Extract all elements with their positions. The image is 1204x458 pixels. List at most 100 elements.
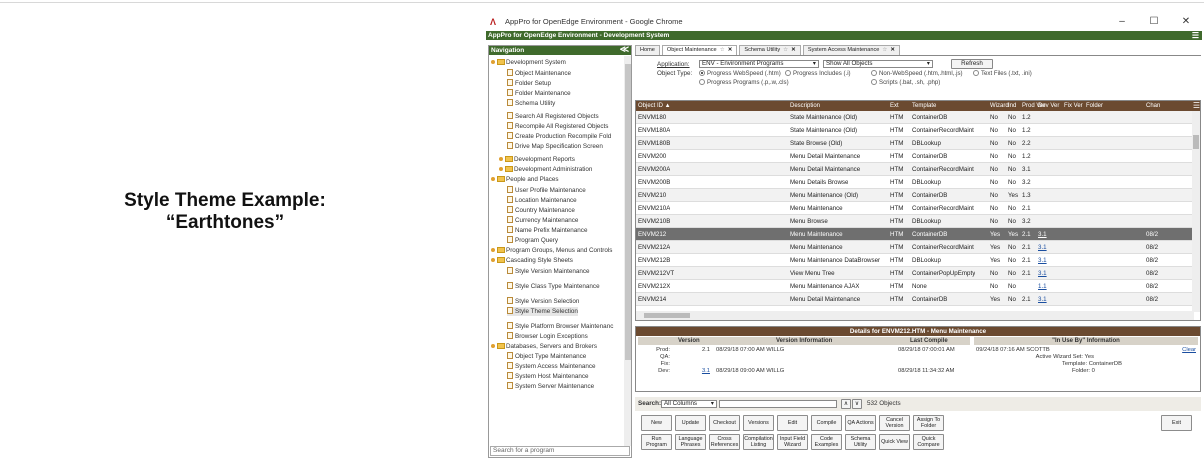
nav-item[interactable]: Style Theme Selection	[507, 307, 578, 316]
restore-button[interactable]: ☐	[1138, 16, 1170, 27]
close-window-button[interactable]: ✕	[1170, 16, 1202, 27]
button-update[interactable]: Update	[675, 415, 706, 431]
column-header[interactable]: Ind	[1008, 101, 1016, 111]
button-cancel-version[interactable]: Cancel Version	[879, 415, 910, 431]
nav-item[interactable]: Browser Login Exceptions	[507, 332, 588, 341]
star-icon[interactable]: ☆	[783, 47, 788, 53]
radio-text-files[interactable]: Text Files (.txt, .ini)	[973, 70, 1032, 77]
nav-item[interactable]: Name Prefix Maintenance	[507, 226, 587, 235]
button-schema-utility[interactable]: Schema Utility	[845, 434, 876, 450]
table-cell[interactable]: 3.1	[1038, 241, 1047, 254]
table-row[interactable]: ENVM212X Menu Maintenance AJAX HTM None No No…	[636, 280, 1194, 293]
button-run-program[interactable]: Run Program	[641, 434, 672, 450]
table-row[interactable]: ENVM200A Menu Detail Maintenance HTM Contai…	[636, 163, 1194, 176]
nav-item[interactable]: Currency Maintenance	[507, 216, 578, 225]
nav-item[interactable]: Folder Maintenance	[507, 89, 571, 98]
clear-link[interactable]: Clear	[1182, 347, 1196, 354]
application-select[interactable]: ENV - Environment Programs ▾	[699, 60, 819, 68]
radio-scripts[interactable]: Scripts (.bat, .sh, .php)	[871, 79, 940, 86]
tab-home[interactable]: Home	[635, 45, 660, 55]
nav-item[interactable]: Search All Registered Objects	[507, 112, 599, 121]
tab-object-maintenance[interactable]: Object Maintenance ☆ ✕	[661, 45, 738, 55]
radio-progress-includes[interactable]: Progress Includes (.i)	[785, 70, 851, 77]
button-compile[interactable]: Compile	[811, 415, 842, 431]
collapse-nav-icon[interactable]: ≪	[620, 46, 629, 54]
radio-progress-webspeed[interactable]: Progress WebSpeed (.htm)	[699, 70, 781, 77]
hamburger-menu-icon[interactable]: ☰	[1192, 31, 1199, 40]
table-row[interactable]: ENVM180A State Maintenance (Old) HTM Contai…	[636, 124, 1194, 137]
button-compilation-listing[interactable]: Compilation Listing	[743, 434, 774, 450]
nav-item[interactable]: Schema Utility	[507, 99, 555, 108]
column-header[interactable]: Wizard	[990, 101, 1009, 111]
table-row[interactable]: ENVM214 Menu Detail Maintenance HTM Contain…	[636, 293, 1194, 306]
nav-item[interactable]: Databases, Servers and Brokers	[491, 342, 597, 351]
column-header[interactable]: Object ID ▲	[638, 101, 671, 111]
table-row[interactable]: ENVM200B Menu Details Browse HTM DBLookup No…	[636, 176, 1194, 189]
nav-item[interactable]: Style Version Selection	[507, 297, 579, 306]
button-code-examples[interactable]: Code Examples	[811, 434, 842, 450]
nav-scrollbar[interactable]	[624, 56, 631, 446]
program-search-input[interactable]: Search for a program	[490, 446, 630, 456]
show-objects-select[interactable]: Show All Objects ▾	[823, 60, 933, 68]
table-row[interactable]: ENVM212B Menu Maintenance DataBrowser HTM D…	[636, 254, 1194, 267]
close-tab-icon[interactable]: ✕	[890, 47, 895, 53]
search-input[interactable]	[719, 400, 837, 408]
refresh-button[interactable]: Refresh	[951, 59, 993, 69]
nav-item[interactable]: Style Class Type Maintenance	[507, 282, 600, 291]
column-header[interactable]: Description	[790, 101, 820, 111]
nav-item[interactable]: Development Administration	[499, 165, 592, 174]
nav-scroll-thumb[interactable]	[625, 64, 631, 360]
table-scroll-thumb[interactable]	[1193, 135, 1199, 149]
nav-item[interactable]: Style Version Maintenance	[507, 267, 590, 276]
nav-item[interactable]: Development Reports	[499, 155, 575, 164]
table-cell[interactable]: 3.1	[1038, 254, 1047, 267]
dev-version-link[interactable]: 3.1	[694, 368, 710, 375]
table-cell[interactable]: 1.1	[1038, 280, 1047, 293]
nav-item[interactable]: User Profile Maintenance	[507, 186, 586, 195]
button-cross-references[interactable]: Cross References	[709, 434, 740, 450]
table-row[interactable]: ENVM210A Menu Maintenance HTM ContainerReco…	[636, 202, 1194, 215]
nav-item[interactable]: Style Platform Browser Maintenanc	[507, 322, 613, 331]
table-row[interactable]: ENVM212 Menu Maintenance HTM ContainerDB Yes…	[636, 228, 1194, 241]
star-icon[interactable]: ☆	[720, 47, 725, 53]
nav-item[interactable]: Location Maintenance	[507, 196, 577, 205]
minimize-button[interactable]: –	[1106, 16, 1138, 27]
table-cell[interactable]: 3.1	[1038, 293, 1047, 306]
table-row[interactable]: ENVM212VT View Menu Tree HTM ContainerPopUp…	[636, 267, 1194, 280]
radio-non-webspeed[interactable]: Non-WebSpeed (.htm,.html,.js)	[871, 70, 963, 77]
search-column-select[interactable]: All Columns ▾	[661, 400, 717, 408]
nav-item[interactable]: Program Groups, Menus and Controls	[491, 246, 612, 255]
button-quick-compare[interactable]: Quick Compare	[913, 434, 944, 450]
column-menu-icon[interactable]: ☰	[1193, 101, 1200, 111]
nav-item[interactable]: Drive Map Specification Screen	[507, 142, 603, 151]
table-row[interactable]: ENVM212A Menu Maintenance HTM ContainerReco…	[636, 241, 1194, 254]
nav-item[interactable]: Program Query	[507, 236, 558, 245]
button-qa-actions[interactable]: QA Actions	[845, 415, 876, 431]
nav-item[interactable]: Development System	[491, 58, 566, 67]
star-icon[interactable]: ☆	[882, 47, 887, 53]
column-header[interactable]: Chan	[1146, 101, 1160, 111]
button-versions[interactable]: Versions	[743, 415, 774, 431]
radio-progress-programs[interactable]: Progress Programs (.p,.w,.cls)	[699, 79, 789, 86]
table-row[interactable]: ENVM200 Menu Detail Maintenance HTM Contain…	[636, 150, 1194, 163]
button-edit[interactable]: Edit	[777, 415, 808, 431]
column-header[interactable]: Dev Ver	[1038, 101, 1059, 111]
exit-button[interactable]: Exit	[1161, 415, 1192, 431]
nav-item[interactable]: Create Production Recompile Fold	[507, 132, 611, 141]
tab-system-access-maintenance[interactable]: System Access Maintenance ☆ ✕	[802, 45, 901, 55]
nav-item[interactable]: Recompile All Registered Objects	[507, 122, 608, 131]
search-up-button[interactable]: ∧	[841, 399, 851, 409]
table-row[interactable]: ENVM180 State Maintenance (Old) HTM Contain…	[636, 111, 1194, 124]
close-tab-icon[interactable]: ✕	[728, 47, 733, 53]
table-row[interactable]: ENVM210 Menu Maintenance (Old) HTM Containe…	[636, 189, 1194, 202]
nav-item[interactable]: Cascading Style Sheets	[491, 256, 573, 265]
table-row[interactable]: ENVM180B State Browse (Old) HTM DBLookup No N…	[636, 137, 1194, 150]
nav-item[interactable]: Object Maintenance	[507, 69, 571, 78]
tab-schema-utility[interactable]: Schema Utility ☆ ✕	[739, 45, 801, 55]
table-row[interactable]: ENVM210B Menu Browse HTM DBLookup No No 3.2	[636, 215, 1194, 228]
button-assign-to-folder[interactable]: Assign To Folder	[913, 415, 944, 431]
nav-item[interactable]: System Access Maintenance	[507, 362, 596, 371]
column-header[interactable]: Folder	[1086, 101, 1103, 111]
nav-item[interactable]: System Host Maintenance	[507, 372, 589, 381]
table-vertical-scrollbar[interactable]	[1192, 111, 1200, 312]
